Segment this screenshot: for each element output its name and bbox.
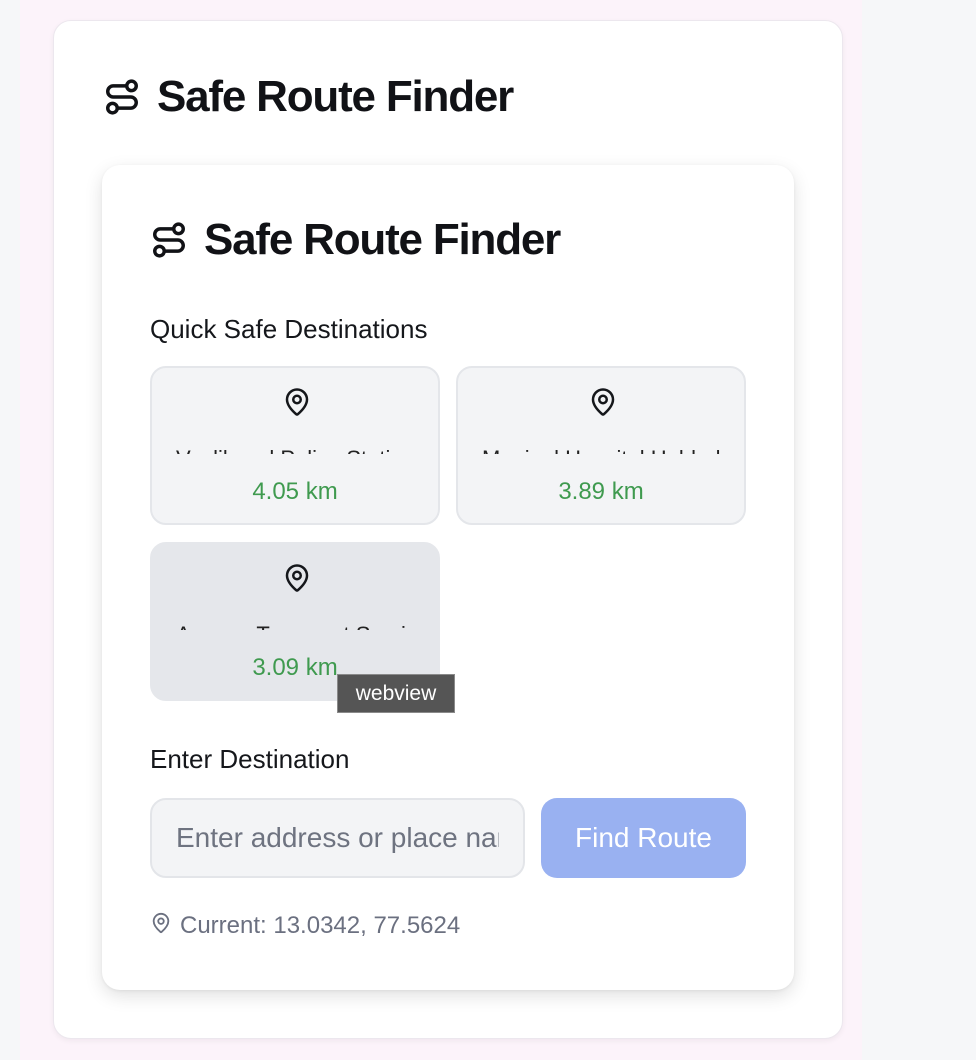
current-location: Current: 13.0342, 77.5624 <box>150 910 460 942</box>
card-header: Safe Route Finder <box>150 213 561 267</box>
webview-tooltip: webview <box>337 674 455 713</box>
route-icon <box>150 221 188 259</box>
destination-distance: 3.89 km <box>558 478 644 505</box>
destination-name: Ananya Transport Services <box>176 620 420 630</box>
quick-destinations-label: Quick Safe Destinations <box>150 314 428 344</box>
destination-name: Manipal Hospital Hebbal <box>482 444 726 454</box>
outer-header: Safe Route Finder <box>103 70 514 124</box>
map-pin-icon <box>282 386 312 423</box>
quick-destination-card[interactable]: Vyalikaval Police Station 4.05 km <box>150 366 440 525</box>
route-icon <box>103 78 141 116</box>
page-title: Safe Route Finder <box>157 72 514 121</box>
destination-name: Vyalikaval Police Station <box>176 444 420 454</box>
destination-distance: 4.05 km <box>252 478 338 505</box>
map-pin-icon <box>588 386 618 423</box>
current-location-text: Current: 13.0342, 77.5624 <box>180 912 461 939</box>
destination-input[interactable] <box>150 798 525 878</box>
map-pin-icon <box>150 911 172 942</box>
quick-destination-card[interactable]: Manipal Hospital Hebbal 3.89 km <box>456 366 746 525</box>
find-route-button[interactable]: Find Route <box>541 798 746 878</box>
enter-destination-label: Enter Destination <box>150 744 350 774</box>
map-pin-icon <box>282 562 312 599</box>
card-title: Safe Route Finder <box>204 215 561 264</box>
